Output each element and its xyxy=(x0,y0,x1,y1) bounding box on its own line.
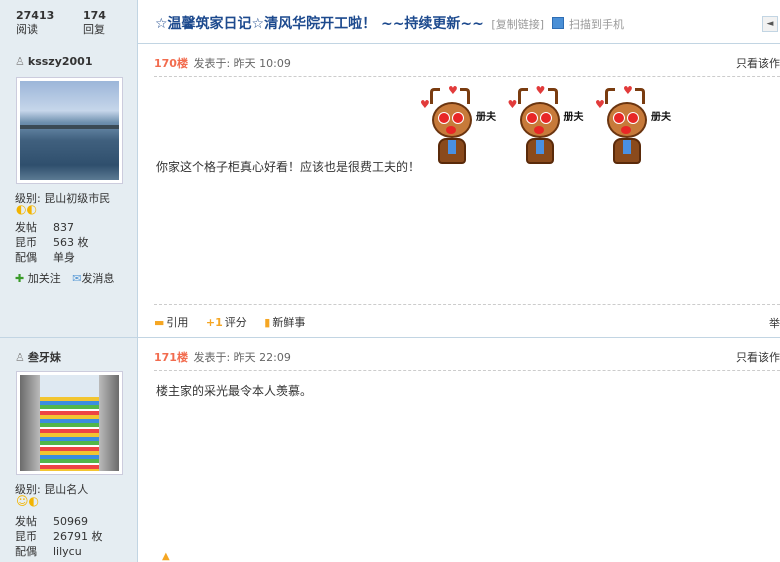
author-name[interactable]: 叁牙妹 xyxy=(28,351,61,364)
heart-icon: ♥ xyxy=(507,98,518,111)
replies-count: 174 xyxy=(83,9,106,22)
avatar-image xyxy=(20,375,119,471)
info-key: 配偶 xyxy=(15,545,37,558)
info-row: 发帖 50969 xyxy=(15,514,103,529)
emoticon-text: 册夫 xyxy=(476,112,496,123)
fresh-icon: ▮ xyxy=(264,316,271,329)
post-message: 你家这个格子柜真心好看！应该也是很费工夫的！ xyxy=(156,160,421,174)
author-name-row: ♙ 叁牙妹 xyxy=(15,349,61,365)
plus-icon: ✚ xyxy=(15,272,25,285)
user-icon: ♙ xyxy=(15,55,25,68)
level-value[interactable]: 昆山名人 xyxy=(44,483,88,496)
info-key: 昆币 xyxy=(15,236,37,249)
level-badge-icon: ☺◐ xyxy=(16,494,39,508)
rate-button[interactable]: +1 评分 xyxy=(206,314,247,330)
avatar[interactable] xyxy=(16,77,123,184)
post-170: ♙ ksszy2001 级别: 昆山初级市民 ◐◐ 发帖 837 昆币 563 枚 配… xyxy=(0,44,780,338)
info-value[interactable]: lilycu xyxy=(53,544,103,559)
info-row: 昆币 563 枚 xyxy=(15,235,89,250)
post-time: 发表于: 昨天 22:09 xyxy=(193,351,291,364)
post-message: 楼主家的采光最令本人羡慕。 xyxy=(156,384,313,398)
avatar[interactable] xyxy=(16,371,123,475)
copy-link[interactable]: [复制链接] xyxy=(491,18,544,31)
info-key: 发帖 xyxy=(15,221,37,234)
avatar-image xyxy=(20,81,119,180)
info-value[interactable]: 50969 xyxy=(53,514,103,529)
fresh-label: 新鲜事 xyxy=(272,316,306,329)
report-link[interactable]: 举 xyxy=(769,315,780,331)
post-171: ♙ 叁牙妹 级别: 昆山名人 ☺◐ 发帖 50969 昆币 26791 枚 配偶 lil… xyxy=(0,338,780,562)
follow-button[interactable]: ✚ 加关注 xyxy=(15,272,61,285)
deer-emoticon: ♥ ♥ 册夫 xyxy=(506,84,584,170)
author-sidebar: ♙ ksszy2001 级别: 昆山初级市民 ◐◐ 发帖 837 昆币 563 枚 配… xyxy=(0,44,138,337)
author-info: 发帖 50969 昆币 26791 枚 配偶 lilycu xyxy=(15,514,103,559)
author-name-row: ♙ ksszy2001 xyxy=(15,55,92,68)
info-row: 配偶 lilycu xyxy=(15,544,103,559)
thread-stats: 27413 阅读 174 回复 xyxy=(0,0,138,44)
info-value: 563 枚 xyxy=(53,236,89,249)
author-info: 发帖 837 昆币 563 枚 配偶 单身 xyxy=(15,220,89,265)
floor-number[interactable]: 170楼 xyxy=(154,57,188,70)
level-badge-icon: ◐◐ xyxy=(16,202,37,216)
post-time: 发表于: 昨天 10:09 xyxy=(193,57,291,70)
info-row: 昆币 26791 枚 xyxy=(15,529,103,544)
user-icon: ♙ xyxy=(15,351,25,364)
info-key: 配偶 xyxy=(15,251,37,264)
message-label: 发消息 xyxy=(81,272,115,285)
post-content: 170楼 发表于: 昨天 10:09 只看该作 ♥ ♥ 册夫 ♥ ♥ 册夫 ♥ … xyxy=(138,44,780,337)
heart-icon: ♥ xyxy=(448,84,458,97)
emoticon-text: 册夫 xyxy=(651,112,671,123)
info-key: 发帖 xyxy=(15,515,37,528)
scan-to-phone-link[interactable]: 扫描到手机 xyxy=(569,18,624,31)
rate-icon: +1 xyxy=(205,316,223,329)
emoticon-row: ♥ ♥ 册夫 ♥ ♥ 册夫 ♥ ♥ 册夫 xyxy=(418,84,677,170)
author-actions: ✚ 加关注 ✉发消息 xyxy=(15,270,122,286)
deer-emoticon: ♥ ♥ 册夫 xyxy=(418,84,496,170)
floor-number[interactable]: 171楼 xyxy=(154,351,188,364)
info-value: 单身 xyxy=(53,251,75,264)
level-value[interactable]: 昆山初级市民 xyxy=(44,192,110,205)
info-row: 发帖 837 xyxy=(15,220,89,235)
only-author-link[interactable]: 只看该作 xyxy=(736,349,780,365)
heart-icon: ♥ xyxy=(623,84,633,97)
follow-label: 加关注 xyxy=(27,272,61,285)
thread-title-area: ☆温馨筑家日记☆清风华院开工啦！ ~~持续更新~~ [复制链接] 扫描到手机 xyxy=(155,13,624,33)
post-footer: ▬ 引用 +1 评分 ▮ 新鲜事 举 xyxy=(154,304,780,334)
only-author-link[interactable]: 只看该作 xyxy=(736,55,780,71)
quote-icon: ▬ xyxy=(154,316,165,329)
views-count: 27413 xyxy=(16,9,55,22)
quote-button[interactable]: ▬ 引用 xyxy=(154,314,188,330)
post-header: 170楼 发表于: 昨天 10:09 只看该作 xyxy=(154,55,780,77)
info-row: 配偶 单身 xyxy=(15,250,89,265)
info-value: 26791 枚 xyxy=(53,530,103,543)
deer-emoticon: ♥ ♥ 册夫 xyxy=(593,84,671,170)
author-name[interactable]: ksszy2001 xyxy=(28,55,93,68)
heart-icon: ♥ xyxy=(420,98,430,111)
rate-label: 评分 xyxy=(224,316,247,329)
heart-icon: ♥ xyxy=(535,84,546,97)
views-stat: 27413 阅读 xyxy=(16,9,54,37)
message-button[interactable]: ✉发消息 xyxy=(72,272,114,285)
footer-icon: ▲ xyxy=(162,551,170,562)
emoticon-text: 册夫 xyxy=(563,112,584,123)
thread-title[interactable]: ☆温馨筑家日记☆清风华院开工啦！ ~~持续更新~~ xyxy=(155,16,484,32)
info-value[interactable]: 837 xyxy=(53,220,89,235)
replies-label: 回复 xyxy=(83,23,105,36)
qr-icon[interactable] xyxy=(551,17,564,29)
replies-stat: 174 回复 xyxy=(83,9,106,37)
fresh-button[interactable]: ▮ 新鲜事 xyxy=(264,314,305,330)
heart-icon: ♥ xyxy=(595,98,605,111)
views-label: 阅读 xyxy=(16,23,38,36)
post-header: 171楼 发表于: 昨天 22:09 只看该作 xyxy=(154,349,780,371)
prev-icon[interactable]: ◄ xyxy=(762,16,778,32)
post-content: 171楼 发表于: 昨天 22:09 只看该作 楼主家的采光最令本人羡慕。 ▲ xyxy=(138,338,780,562)
author-sidebar: ♙ 叁牙妹 级别: 昆山名人 ☺◐ 发帖 50969 昆币 26791 枚 配偶 lil… xyxy=(0,338,138,562)
thread-header: 27413 阅读 174 回复 ☆温馨筑家日记☆清风华院开工啦！ ~~持续更新~… xyxy=(0,0,780,44)
info-key: 昆币 xyxy=(15,530,37,543)
quote-label: 引用 xyxy=(166,316,189,329)
